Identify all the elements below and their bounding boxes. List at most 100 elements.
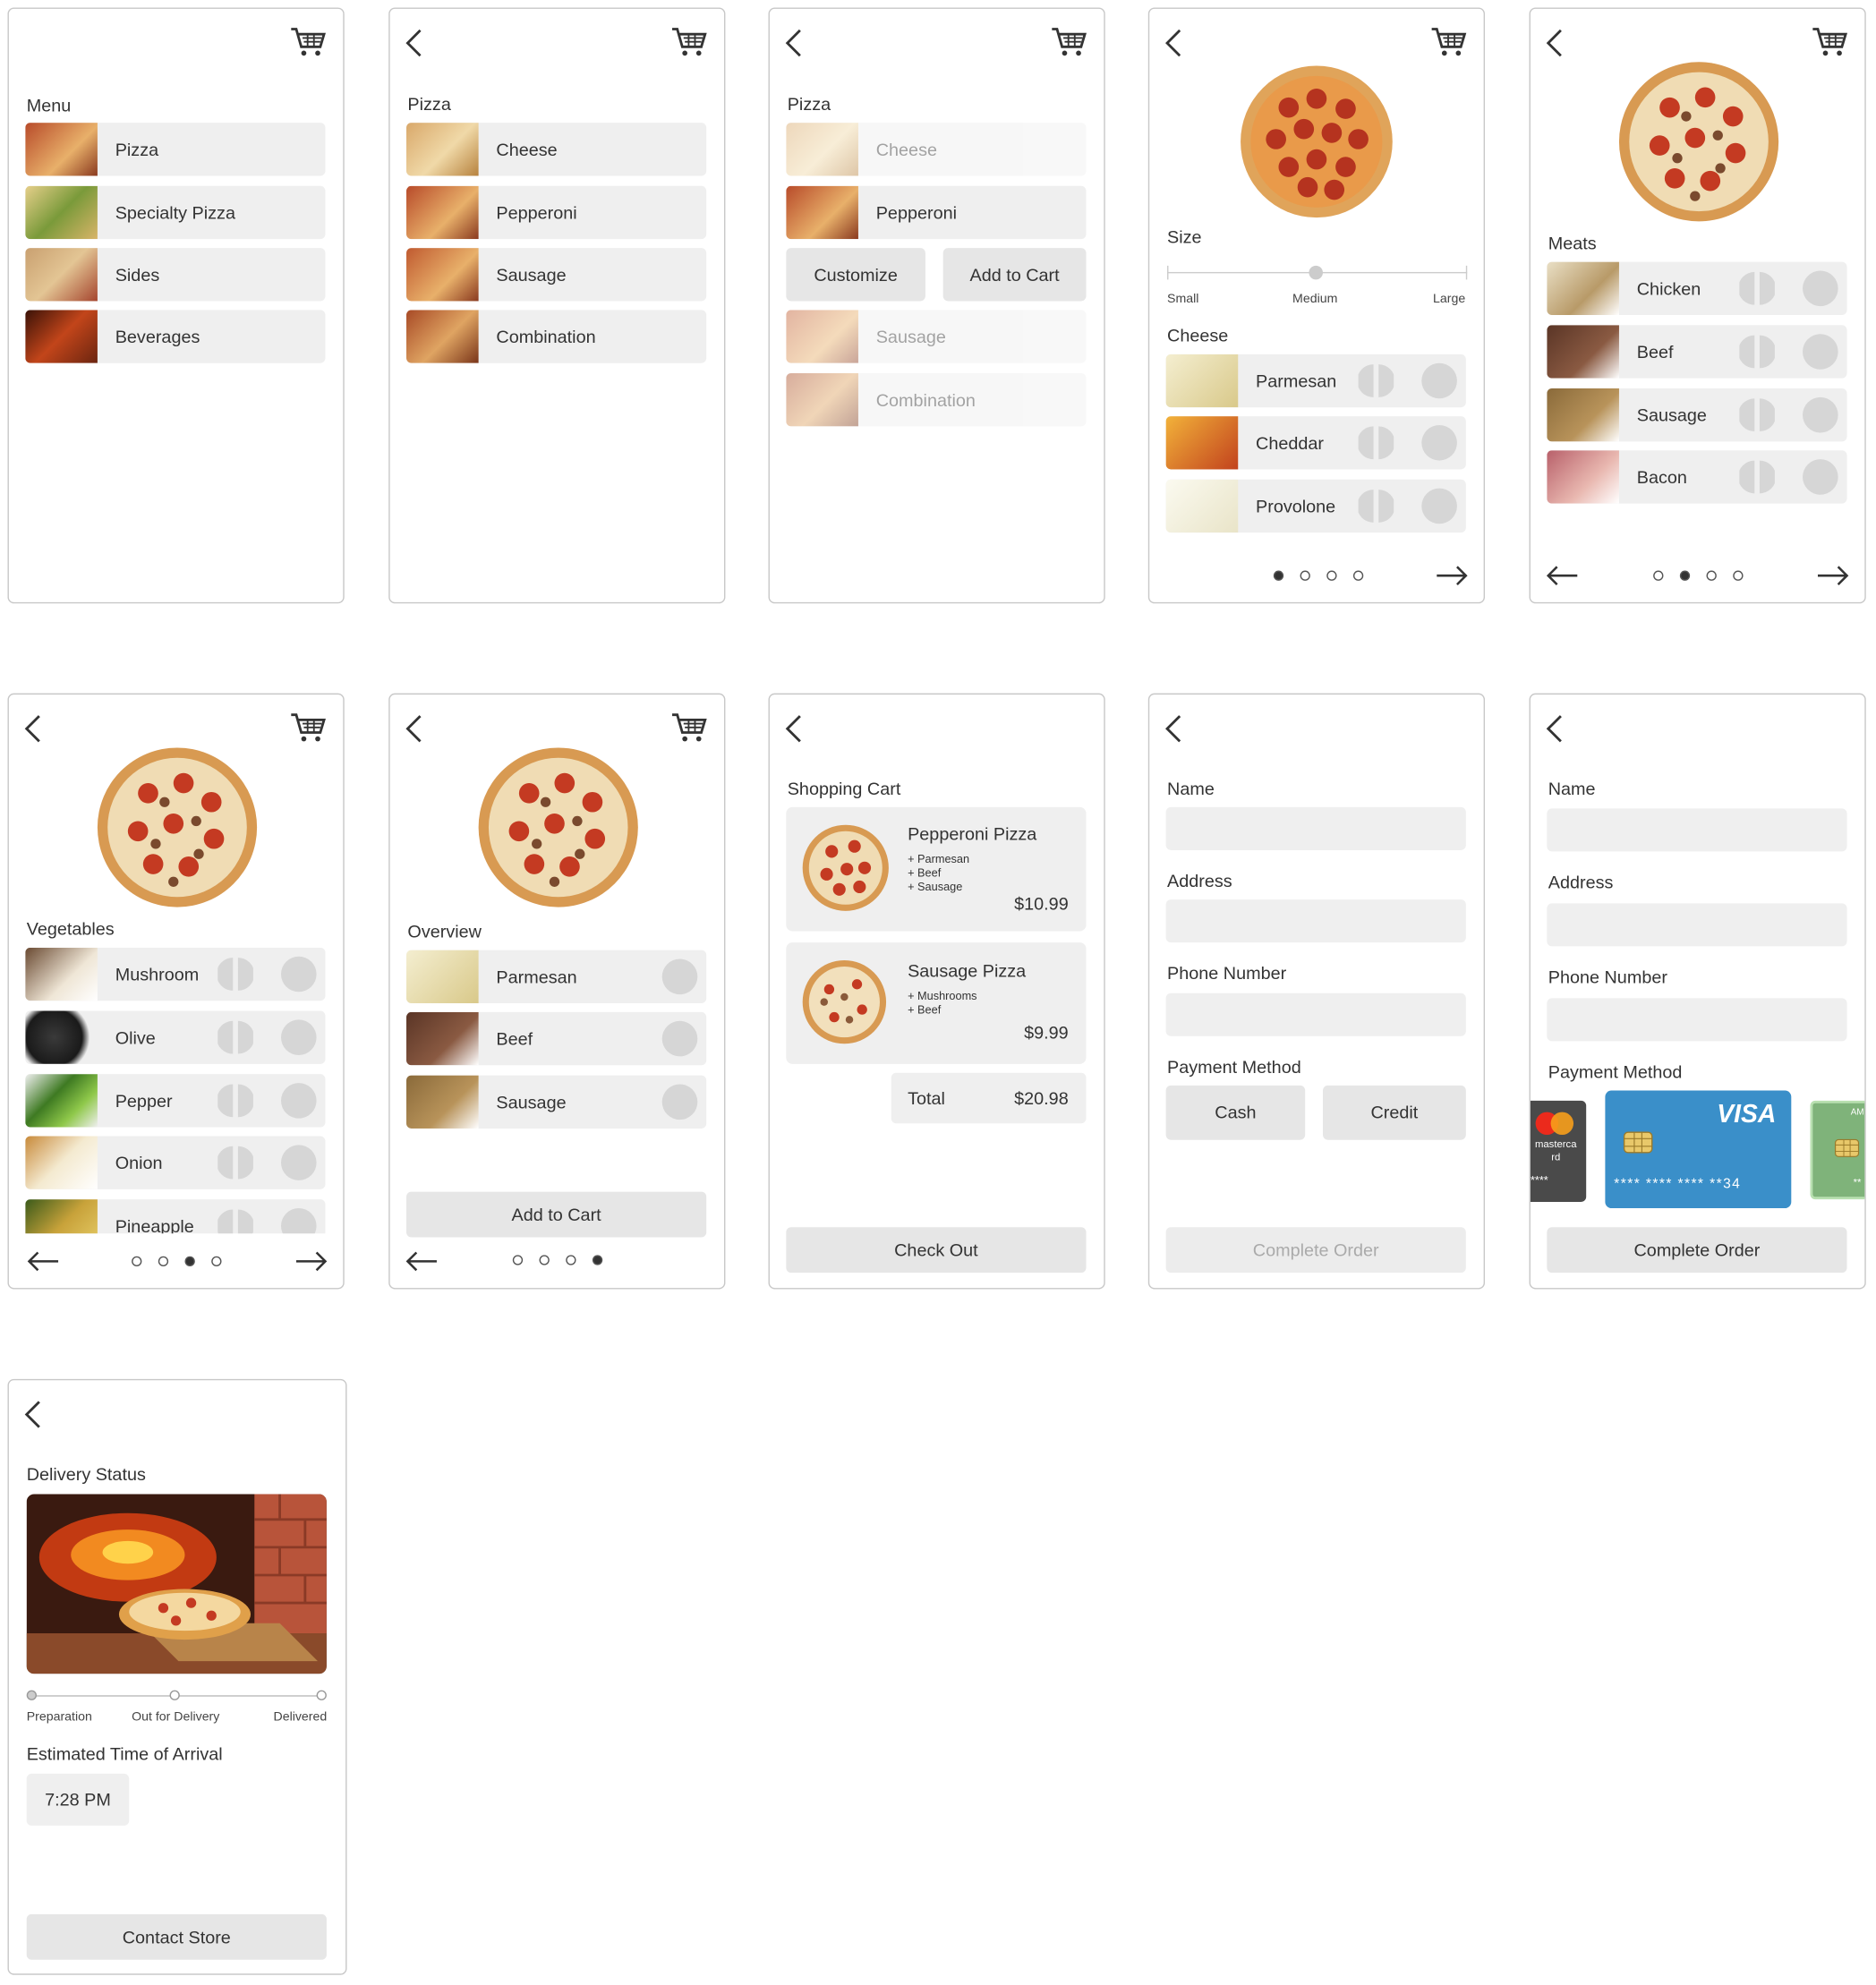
cart-icon[interactable]: [1430, 22, 1468, 60]
menu-item-specialty-pizza[interactable]: Specialty Pizza: [25, 185, 326, 240]
page-title: Pizza: [787, 93, 831, 115]
name-field[interactable]: [1547, 808, 1847, 852]
pizza-item-sausage[interactable]: Sausage: [786, 310, 1087, 363]
back-chevron-icon[interactable]: [21, 1397, 48, 1433]
whole-toggle-icon[interactable]: [1421, 362, 1457, 399]
cart-icon[interactable]: [671, 709, 709, 746]
complete-order-button[interactable]: Complete Order: [1547, 1227, 1847, 1274]
card-carousel[interactable]: masterca rd **** VISA **** **** **** **3…: [1530, 1090, 1865, 1210]
back-chevron-icon[interactable]: [401, 711, 429, 746]
size-slider[interactable]: [1167, 263, 1468, 284]
half-toggle-icon[interactable]: [217, 957, 253, 992]
cart-icon[interactable]: [1812, 22, 1849, 60]
phone-field[interactable]: [1165, 992, 1466, 1036]
whole-toggle-icon[interactable]: [280, 1083, 317, 1119]
whole-toggle-icon[interactable]: [1803, 396, 1838, 433]
checkout-button[interactable]: Check Out: [786, 1227, 1087, 1274]
arrow-left-icon[interactable]: [27, 1251, 60, 1272]
cart-item[interactable]: Pepperoni Pizza + Parmesan + Beef + Saus…: [786, 806, 1087, 932]
olive-thumb: [25, 1010, 98, 1064]
arrow-right-icon[interactable]: [1817, 566, 1850, 586]
half-toggle-icon[interactable]: [217, 1019, 253, 1055]
back-chevron-icon[interactable]: [401, 25, 429, 61]
cart-item-mod: + Parmesan: [908, 852, 970, 865]
page-dot: [566, 1255, 576, 1265]
arrow-left-icon[interactable]: [405, 1251, 439, 1272]
page-dot: [1653, 570, 1664, 581]
remove-topping-icon[interactable]: [661, 1020, 698, 1057]
sausage-thumb: [1547, 388, 1619, 442]
menu-item-beverages[interactable]: Beverages: [25, 310, 326, 363]
back-chevron-icon[interactable]: [781, 711, 809, 746]
add-to-cart-button[interactable]: Add to Cart: [406, 1191, 707, 1238]
half-toggle-icon[interactable]: [1739, 334, 1775, 370]
back-chevron-icon[interactable]: [1542, 25, 1570, 61]
add-to-cart-button[interactable]: Add to Cart: [942, 248, 1087, 302]
contact-store-button[interactable]: Contact Store: [26, 1913, 327, 1960]
cart-item-price: $10.99: [1014, 893, 1069, 914]
pizza-item-sausage[interactable]: Sausage: [406, 248, 707, 302]
customize-button[interactable]: Customize: [786, 248, 925, 302]
menu-item-sides[interactable]: Sides: [25, 248, 326, 302]
half-toggle-icon[interactable]: [1739, 397, 1775, 433]
address-field[interactable]: [1165, 899, 1466, 943]
back-chevron-icon[interactable]: [1542, 711, 1570, 746]
whole-toggle-icon[interactable]: [280, 1019, 317, 1055]
mastercard-card[interactable]: masterca rd ****: [1530, 1100, 1587, 1202]
complete-order-button[interactable]: Complete Order: [1165, 1227, 1466, 1274]
whole-toggle-icon[interactable]: [1803, 270, 1838, 307]
whole-toggle-icon[interactable]: [1421, 424, 1457, 461]
back-chevron-icon[interactable]: [1161, 25, 1189, 61]
half-toggle-icon[interactable]: [1358, 425, 1394, 461]
menu-item-label: Pizza: [115, 139, 159, 160]
card-chip-icon: [1834, 1138, 1860, 1157]
pizza-item-pepperoni[interactable]: Pepperoni: [406, 185, 707, 240]
pizza-item-cheese[interactable]: Cheese: [786, 123, 1087, 176]
half-toggle-icon[interactable]: [217, 1208, 253, 1234]
pizza-item-combination[interactable]: Combination: [406, 310, 707, 363]
half-toggle-icon[interactable]: [1358, 489, 1394, 524]
menu-item-label: Beverages: [115, 326, 200, 347]
whole-toggle-icon[interactable]: [1803, 334, 1838, 370]
half-toggle-icon[interactable]: [1739, 271, 1775, 307]
phone-field[interactable]: [1547, 998, 1847, 1042]
menu-item-pizza[interactable]: Pizza: [25, 123, 326, 176]
cart-icon[interactable]: [290, 22, 328, 60]
amex-card[interactable]: AM **: [1810, 1100, 1865, 1200]
half-toggle-icon[interactable]: [217, 1083, 253, 1119]
cart-item[interactable]: Sausage Pizza + Mushrooms + Beef $9.99: [786, 942, 1087, 1064]
whole-toggle-icon[interactable]: [280, 1208, 317, 1234]
address-field[interactable]: [1547, 903, 1847, 947]
back-chevron-icon[interactable]: [781, 25, 809, 61]
half-toggle-icon[interactable]: [1358, 363, 1394, 399]
credit-button[interactable]: Credit: [1322, 1085, 1466, 1140]
pizza-item-pepperoni-selected[interactable]: Pepperoni: [786, 185, 1087, 240]
cart-icon[interactable]: [290, 709, 328, 746]
back-chevron-icon[interactable]: [1161, 711, 1189, 746]
size-slider-thumb[interactable]: [1309, 265, 1323, 280]
whole-toggle-icon[interactable]: [280, 956, 317, 992]
topping-label: Bacon: [1636, 466, 1687, 488]
cart-icon[interactable]: [1051, 22, 1088, 60]
name-field[interactable]: [1165, 806, 1466, 850]
pizza-item-cheese[interactable]: Cheese: [406, 123, 707, 176]
remove-topping-icon[interactable]: [661, 958, 698, 995]
whole-toggle-icon[interactable]: [1803, 459, 1838, 495]
half-toggle-icon[interactable]: [1739, 459, 1775, 495]
cart-icon[interactable]: [671, 22, 709, 60]
half-toggle-icon[interactable]: [217, 1145, 253, 1180]
back-chevron-icon[interactable]: [21, 711, 48, 746]
page-indicator: [132, 1256, 222, 1267]
sausage-pizza-thumb: [802, 959, 887, 1044]
vegetable-list[interactable]: Mushroom Olive Pepper Onion Pineapple: [9, 947, 343, 1234]
whole-toggle-icon[interactable]: [1421, 488, 1457, 524]
arrow-left-icon[interactable]: [1546, 566, 1579, 586]
pizza-item-combination[interactable]: Combination: [786, 373, 1087, 427]
pizza-item-label: Pepperoni: [875, 202, 958, 223]
visa-card[interactable]: VISA **** **** **** **34: [1605, 1090, 1792, 1209]
cash-button[interactable]: Cash: [1165, 1085, 1306, 1140]
whole-toggle-icon[interactable]: [280, 1145, 317, 1180]
arrow-right-icon[interactable]: [1436, 566, 1469, 586]
arrow-right-icon[interactable]: [295, 1251, 328, 1272]
remove-topping-icon[interactable]: [661, 1084, 698, 1120]
